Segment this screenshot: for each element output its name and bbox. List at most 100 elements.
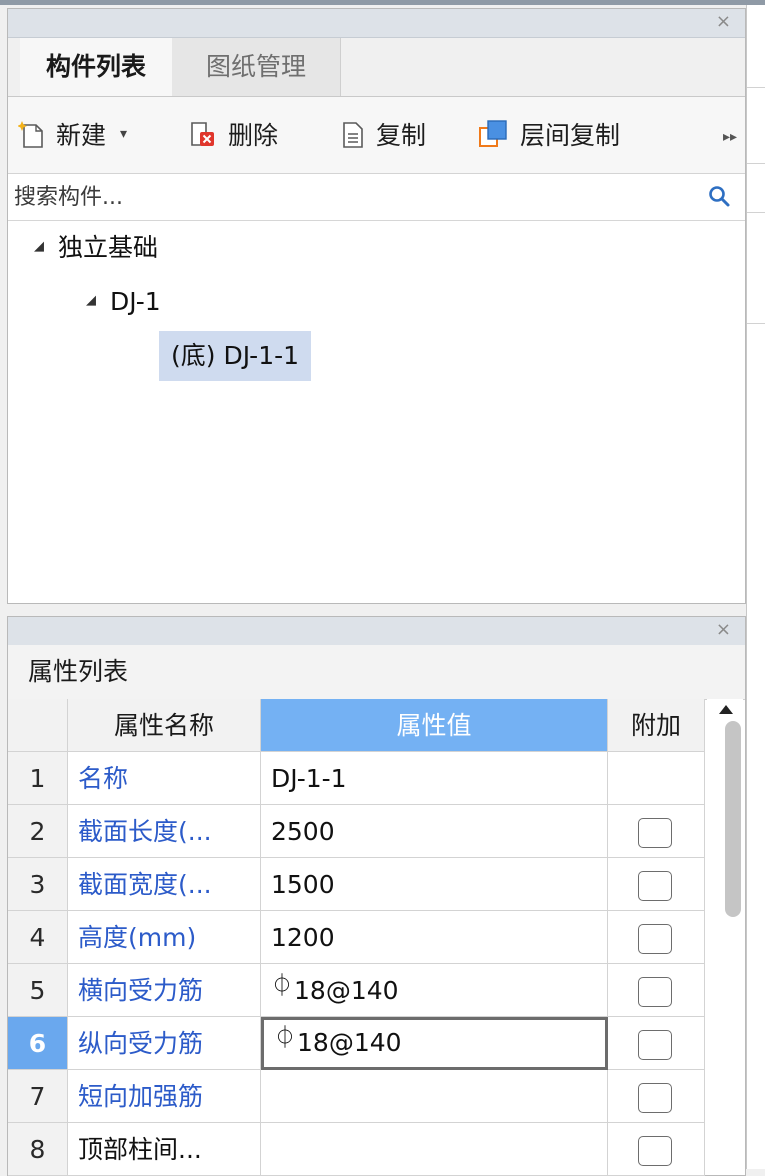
property-value[interactable]: ⏀18@140	[261, 964, 608, 1017]
floor-copy-button[interactable]: 层间复制	[478, 111, 620, 157]
vertical-scrollbar[interactable]	[707, 699, 743, 1175]
delete-document-icon	[191, 122, 214, 146]
row-number: 1	[8, 752, 68, 805]
extra-cell	[608, 1070, 705, 1123]
extra-checkbox[interactable]	[638, 818, 672, 848]
extra-checkbox[interactable]	[638, 1136, 672, 1166]
delete-button-label: 删除	[228, 121, 279, 150]
property-name[interactable]: 截面长度(...	[68, 805, 261, 858]
property-name[interactable]: 横向受力筋	[68, 964, 261, 1017]
delete-button[interactable]: 删除	[188, 111, 278, 157]
tree-node-label: 独立基础	[58, 233, 159, 262]
extra-checkbox[interactable]	[638, 977, 672, 1007]
column-header-extra[interactable]: 附加	[608, 699, 705, 752]
extra-cell	[608, 858, 705, 911]
panel-tabs: 构件列表 图纸管理	[8, 38, 745, 97]
tree-node-isolated-foundation[interactable]: ◢ 独立基础	[34, 225, 158, 271]
property-value[interactable]	[261, 1070, 608, 1123]
rebar-grade-icon: ⏀	[274, 1026, 297, 1051]
close-icon[interactable]: ×	[716, 13, 731, 31]
extra-checkbox[interactable]	[638, 871, 672, 901]
tree-node-label: DJ-1	[110, 287, 161, 316]
panel-titlebar[interactable]: ×	[8, 9, 745, 38]
grid-header-row: 属性名称 属性值 附加	[8, 699, 705, 752]
table-row[interactable]: 4 高度(mm) 1200	[8, 911, 705, 964]
floor-copy-button-label: 层间复制	[520, 121, 621, 150]
extra-checkbox[interactable]	[638, 1030, 672, 1060]
divider	[747, 323, 765, 324]
extra-cell	[608, 964, 705, 1017]
row-number: 2	[8, 805, 68, 858]
tree-node-dj-1[interactable]: ◢ DJ-1	[86, 279, 161, 325]
new-button-label: 新建	[56, 121, 107, 150]
extra-cell	[608, 1123, 705, 1176]
table-row[interactable]: 7 短向加强筋	[8, 1070, 705, 1123]
floor-copy-icon	[479, 120, 507, 147]
dropdown-caret-icon[interactable]: ▾	[120, 126, 127, 142]
tab-component-list[interactable]: 构件列表	[20, 38, 173, 96]
table-row[interactable]: 3 截面宽度(... 1500	[8, 858, 705, 911]
expand-triangle-icon[interactable]: ◢	[86, 278, 96, 324]
copy-document-icon	[343, 122, 363, 148]
property-list-panel: × 属性列表 属性名称 属性值 附加 1 名称 DJ-1-1 2 截面长度(..…	[7, 616, 746, 1176]
panel-titlebar[interactable]: ×	[8, 617, 745, 646]
table-row[interactable]: 2 截面长度(... 2500	[8, 805, 705, 858]
search-input[interactable]	[14, 180, 694, 214]
adjacent-panel-edge	[746, 5, 765, 1169]
row-number-header	[8, 699, 68, 752]
column-header-value[interactable]: 属性值	[261, 699, 608, 752]
row-number: 7	[8, 1070, 68, 1123]
column-header-name[interactable]: 属性名称	[68, 699, 261, 752]
tree-node-label: (底) DJ-1-1	[159, 331, 312, 381]
property-name[interactable]: 名称	[68, 752, 261, 805]
table-row[interactable]: 5 横向受力筋 ⏀18@140	[8, 964, 705, 1017]
new-button[interactable]: 新建 ▾	[18, 111, 127, 157]
row-number: 8	[8, 1123, 68, 1176]
copy-button-label: 复制	[376, 121, 427, 150]
row-number: 4	[8, 911, 68, 964]
toolbar: 新建 ▾ 删除 复制 层间复制 ▸▸	[8, 97, 745, 174]
property-panel-header: 属性列表	[8, 645, 745, 700]
table-row[interactable]: 8 顶部柱间...	[8, 1123, 705, 1176]
property-name[interactable]: 纵向受力筋	[68, 1017, 261, 1070]
close-icon[interactable]: ×	[716, 621, 731, 639]
property-value[interactable]: 1200	[261, 911, 608, 964]
table-row-selected[interactable]: 6 纵向受力筋 ⏀18@140	[8, 1017, 705, 1070]
tab-drawing-management[interactable]: 图纸管理	[172, 38, 341, 96]
property-value[interactable]: 1500	[261, 858, 608, 911]
copy-button[interactable]: 复制	[338, 111, 426, 157]
divider	[747, 87, 765, 88]
rebar-grade-icon: ⏀	[271, 974, 294, 999]
row-number: 5	[8, 964, 68, 1017]
component-list-panel: × 构件列表 图纸管理 新建 ▾ 删除 复制 层间复制 ▸▸ 搜索构件... ◢…	[7, 8, 746, 604]
property-value[interactable]: 2500	[261, 805, 608, 858]
property-value-text: 18@140	[294, 976, 399, 1005]
property-value-editor[interactable]: ⏀18@140	[261, 1017, 608, 1070]
row-number: 6	[8, 1017, 68, 1070]
new-document-icon	[18, 121, 43, 148]
scroll-up-arrow-icon[interactable]	[719, 705, 733, 714]
property-name[interactable]: 短向加强筋	[68, 1070, 261, 1123]
property-name[interactable]: 截面宽度(...	[68, 858, 261, 911]
row-number: 3	[8, 858, 68, 911]
property-value[interactable]: DJ-1-1	[261, 752, 608, 805]
toolbar-overflow-icon[interactable]: ▸▸	[723, 129, 737, 145]
extra-cell	[608, 911, 705, 964]
extra-checkbox[interactable]	[638, 924, 672, 954]
extra-checkbox[interactable]	[638, 1083, 672, 1113]
scrollbar-thumb[interactable]	[725, 721, 741, 917]
property-name[interactable]: 顶部柱间...	[68, 1123, 261, 1176]
property-panel-title: 属性列表	[28, 657, 129, 686]
extra-cell	[608, 805, 705, 858]
extra-cell	[608, 752, 705, 805]
table-row[interactable]: 1 名称 DJ-1-1	[8, 752, 705, 805]
search-bar	[8, 174, 745, 221]
property-value[interactable]	[261, 1123, 608, 1176]
property-name[interactable]: 高度(mm)	[68, 911, 261, 964]
window-top-border	[0, 0, 765, 5]
expand-triangle-icon[interactable]: ◢	[34, 224, 44, 270]
search-icon[interactable]	[707, 184, 731, 208]
extra-cell	[608, 1017, 705, 1070]
tree-node-dj-1-1[interactable]: (底) DJ-1-1	[159, 331, 312, 381]
property-value-text: 18@140	[297, 1028, 402, 1057]
